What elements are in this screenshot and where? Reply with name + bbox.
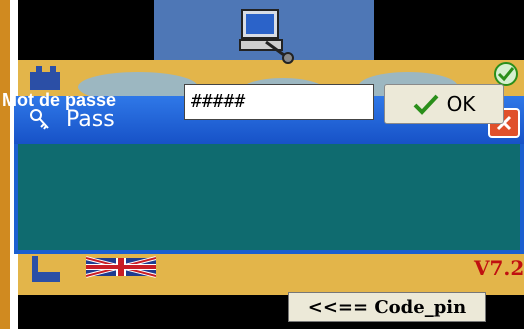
ok-label: OK: [446, 92, 476, 116]
ok-button[interactable]: OK: [384, 84, 504, 124]
dialog-body: [18, 144, 520, 250]
check-icon: [494, 62, 518, 86]
version-text: V7.2: [474, 256, 524, 280]
window-border: [0, 0, 10, 329]
password-label: Mot de passe: [2, 90, 117, 110]
app-window: V7.2 <<== Code_pin Pass Mot de passe ###…: [0, 0, 524, 329]
tool-icon: [32, 256, 60, 282]
computer-icon[interactable]: [236, 6, 296, 64]
top-panel-right: [374, 0, 524, 60]
key-icon: [30, 109, 49, 130]
flag-icon[interactable]: [86, 256, 156, 278]
top-panel-left: [18, 0, 154, 60]
code-pin-button[interactable]: <<== Code_pin: [288, 292, 486, 322]
check-icon: [413, 94, 439, 115]
password-input[interactable]: #####: [184, 84, 374, 120]
